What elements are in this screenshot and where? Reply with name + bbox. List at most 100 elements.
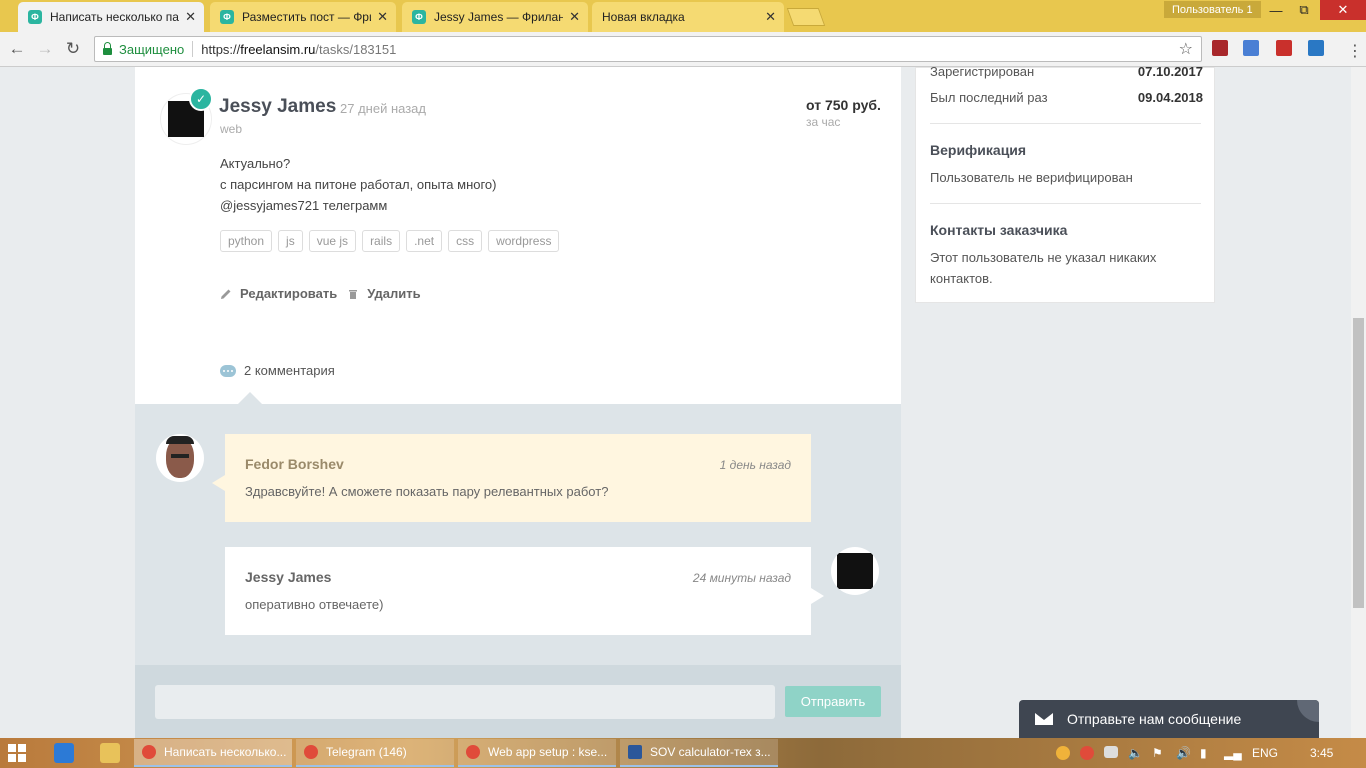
- comment-text: Здравсвуйте! А сможете показать пару рел…: [245, 484, 609, 499]
- divider: [192, 41, 194, 57]
- post-category: web: [220, 122, 243, 136]
- volume-tray-icon[interactable]: 🔈: [1128, 746, 1143, 760]
- profile-badge[interactable]: Пользователь 1: [1164, 1, 1261, 18]
- post-price: от 750 руб.: [806, 97, 881, 113]
- edit-button[interactable]: Редактировать: [220, 286, 337, 301]
- address-toolbar: ← → ↻ Защищено https://freelansim.ru/tas…: [0, 32, 1366, 67]
- tag-list: python js vue js rails .net css wordpres…: [220, 230, 560, 252]
- commenter-avatar[interactable]: [156, 434, 204, 482]
- comment-author[interactable]: Fedor Borshev: [245, 456, 791, 472]
- post-body: Актуально? с парсингом на питоне работал…: [220, 153, 497, 216]
- delete-label: Удалить: [367, 286, 421, 301]
- scrollbar-thumb[interactable]: [1353, 318, 1364, 608]
- tab-active[interactable]: Ф Написать несколько пар ✕: [18, 2, 204, 32]
- post-actions: Редактировать Удалить: [220, 286, 431, 301]
- clock[interactable]: 3:45: [1310, 746, 1333, 760]
- comment-item: Fedor Borshev 1 день назад Здравсвуйте! …: [225, 434, 811, 522]
- taskbar-item-chrome[interactable]: Написать несколько...: [134, 739, 292, 767]
- chrome-icon: [142, 745, 156, 759]
- last-seen-label: Был последний раз: [930, 90, 1048, 105]
- speaker-tray-icon[interactable]: 🔊: [1176, 746, 1191, 760]
- bookmark-star-icon[interactable]: ☆: [1179, 39, 1193, 59]
- tab-profile[interactable]: Ф Jessy James — Фриланс ✕: [402, 2, 588, 32]
- lock-icon: [103, 41, 112, 55]
- taskbar-item-webapp[interactable]: Web app setup : kse...: [458, 739, 616, 767]
- url-text[interactable]: https://freelansim.ru/tasks/183151: [201, 42, 396, 57]
- forward-icon[interactable]: →: [34, 38, 56, 60]
- back-icon[interactable]: ←: [6, 38, 28, 60]
- new-tab-button[interactable]: [786, 8, 826, 26]
- minimize-icon[interactable]: —: [1262, 0, 1290, 20]
- tab-close-icon[interactable]: ✕: [765, 9, 776, 25]
- bookmark-extension-icon[interactable]: [1276, 40, 1292, 56]
- delete-button[interactable]: Удалить: [347, 286, 421, 301]
- registered-label: Зарегистрирован: [930, 67, 1035, 79]
- registered-value: 07.10.2017: [1137, 67, 1203, 79]
- secure-label: Защищено: [119, 41, 185, 57]
- network-tray-icon[interactable]: ▂▄: [1224, 746, 1242, 760]
- verification-title: Верификация: [930, 142, 1027, 158]
- divider: [930, 123, 1201, 124]
- tag[interactable]: rails: [362, 230, 401, 252]
- extension-icon[interactable]: [1308, 40, 1324, 56]
- post-body-line: с парсингом на питоне работал, опыта мно…: [220, 177, 497, 192]
- language-indicator[interactable]: ENG: [1252, 746, 1278, 760]
- tab-close-icon[interactable]: ✕: [377, 9, 388, 25]
- battery-tray-icon[interactable]: ▮: [1200, 746, 1207, 760]
- comment-item: Jessy James 24 минуты назад оперативно о…: [225, 547, 811, 635]
- comments-toggle[interactable]: 2 комментария: [220, 363, 335, 378]
- page-viewport: ✓ Jessy James 27 дней назад web от 750 р…: [0, 67, 1351, 738]
- tag[interactable]: wordpress: [488, 230, 560, 252]
- taskbar-item-label: Web app setup : kse...: [488, 745, 608, 759]
- flag-tray-icon[interactable]: ⚑: [1152, 746, 1163, 760]
- post-body-line: Актуально?: [220, 156, 291, 171]
- tab-post[interactable]: Ф Разместить пост — Фри ✕: [210, 2, 396, 32]
- translate-extension-icon[interactable]: [1243, 40, 1259, 56]
- author-name[interactable]: Jessy James: [219, 96, 336, 118]
- tab-new[interactable]: Новая вкладка ✕: [592, 2, 784, 32]
- browser-menu-icon[interactable]: ⋮: [1347, 41, 1363, 61]
- comment-input[interactable]: [155, 685, 775, 719]
- freelansim-favicon-icon: Ф: [28, 10, 42, 24]
- send-button[interactable]: Отправить: [785, 686, 881, 717]
- avatar-image: [837, 553, 873, 589]
- taskbar-item-telegram[interactable]: Telegram (146): [296, 739, 454, 767]
- tab-close-icon[interactable]: ✕: [185, 9, 196, 25]
- url-host: freelansim.ru: [240, 41, 316, 57]
- last-seen-value: 09.04.2018: [1137, 90, 1203, 105]
- taskbar-item-word[interactable]: SOV calculator-тех з...: [620, 739, 778, 767]
- tab-title: Новая вкладка: [602, 10, 685, 24]
- secure-indicator[interactable]: Защищено: [103, 41, 185, 57]
- comment-pointer: [811, 588, 824, 604]
- close-window-icon[interactable]: ✕: [1320, 0, 1366, 20]
- ie-icon[interactable]: [54, 743, 74, 763]
- own-avatar[interactable]: [831, 547, 879, 595]
- tray-monitor-icon[interactable]: [1104, 746, 1118, 758]
- tag[interactable]: vue js: [308, 230, 357, 252]
- file-explorer-icon[interactable]: [100, 743, 120, 763]
- comment-time: 1 день назад: [719, 458, 791, 472]
- chrome-icon: [466, 745, 480, 759]
- comment-bubble-icon: [220, 364, 236, 377]
- tab-close-icon[interactable]: ✕: [569, 9, 580, 25]
- tag[interactable]: js: [278, 230, 303, 252]
- tag[interactable]: css: [448, 230, 483, 252]
- tag[interactable]: python: [220, 230, 273, 252]
- pencil-icon: [221, 289, 231, 299]
- chat-widget[interactable]: Отправьте нам сообщение: [1019, 700, 1319, 738]
- verification-text: Пользователь не верифицирован: [930, 170, 1133, 185]
- tray-app-icon[interactable]: [1056, 746, 1070, 760]
- tray-chrome-icon[interactable]: [1080, 746, 1094, 760]
- title-bar: Ф Написать несколько пар ✕ Ф Разместить …: [0, 0, 1366, 32]
- maximize-icon[interactable]: ⧉: [1290, 0, 1318, 20]
- address-bar[interactable]: Защищено https://freelansim.ru/tasks/183…: [94, 36, 1202, 62]
- windows-start-icon[interactable]: [8, 744, 26, 762]
- edit-label: Редактировать: [240, 286, 338, 301]
- envelope-icon: [1035, 713, 1053, 725]
- tag[interactable]: .net: [406, 230, 443, 252]
- ublock-extension-icon[interactable]: [1212, 40, 1228, 56]
- reload-icon[interactable]: ↻: [62, 38, 84, 60]
- customer-sidebar: Зарегистрирован 07.10.2017 Был последний…: [915, 67, 1215, 303]
- post-body-line: @jessyjames721 телеграмм: [220, 198, 388, 213]
- taskbar-item-label: SOV calculator-тех з...: [650, 745, 771, 759]
